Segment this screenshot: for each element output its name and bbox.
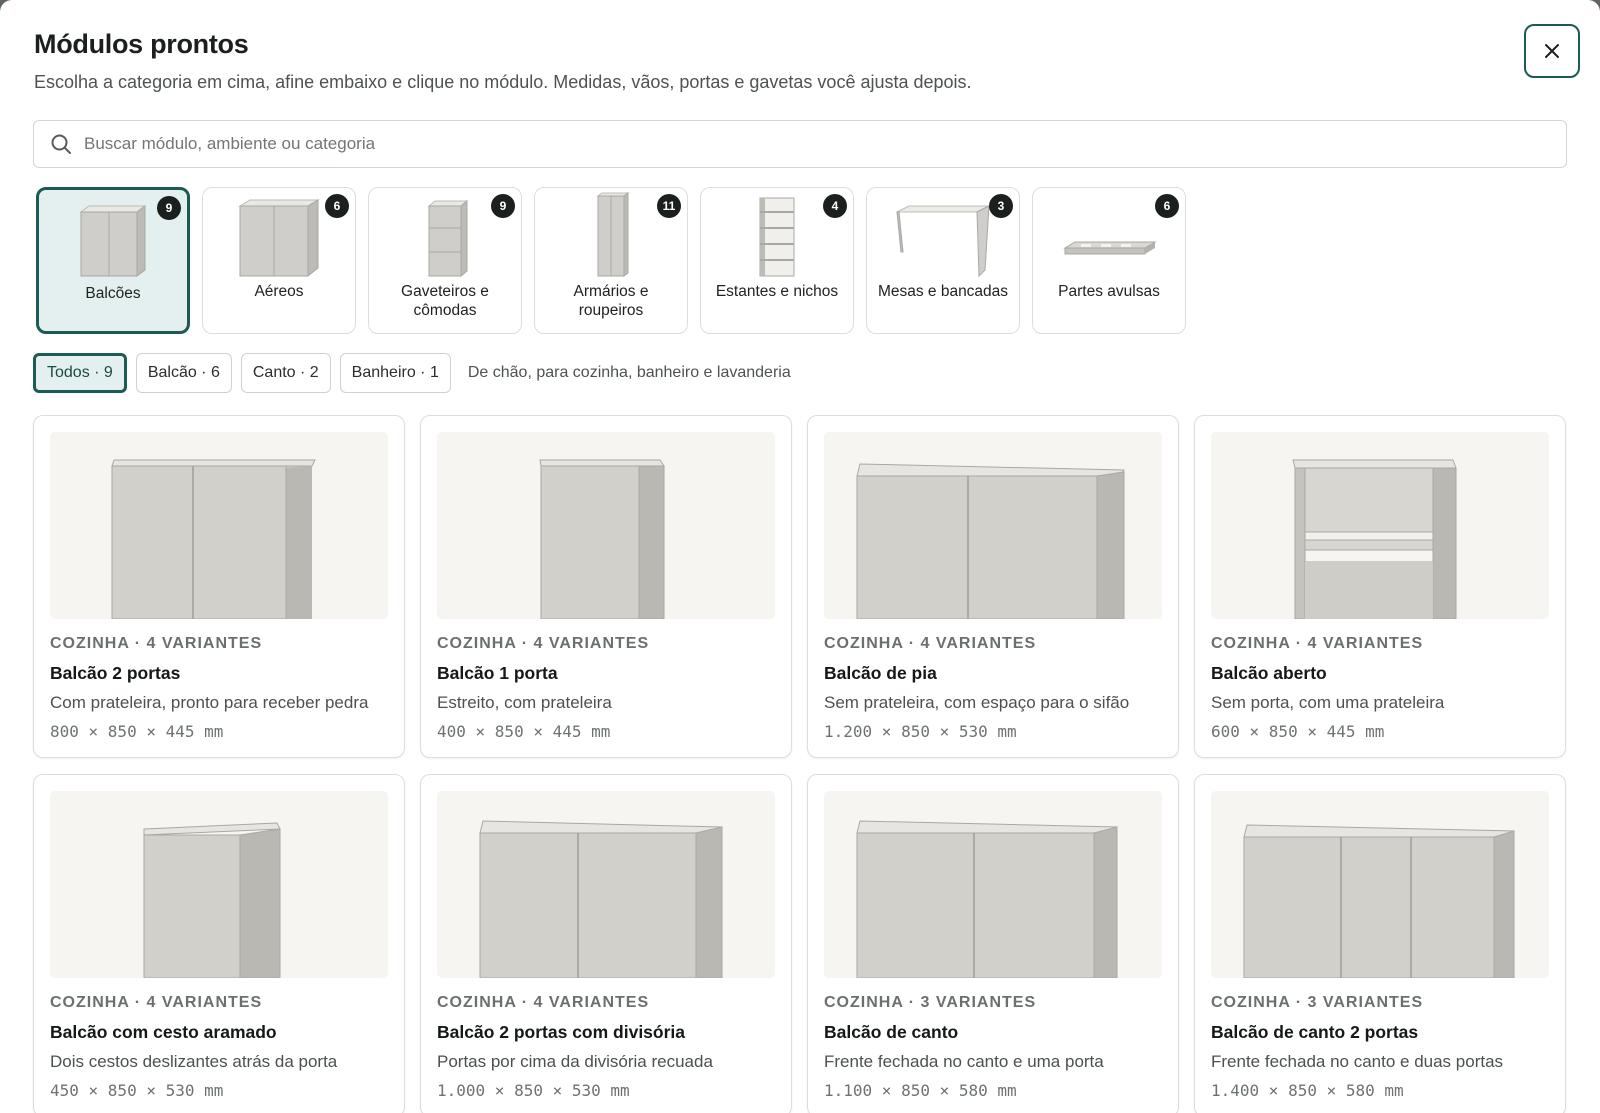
module-description: Sem prateleira, com espaço para o sifão bbox=[824, 693, 1130, 712]
module-dimensions: 1.400 × 850 × 580 mm bbox=[1211, 1081, 1404, 1100]
category-label: Aéreos bbox=[254, 283, 304, 300]
module-dimensions: 1.100 × 850 × 580 mm bbox=[824, 1081, 1017, 1100]
category-count-badge: 11 bbox=[657, 194, 681, 218]
category-description: De chão, para cozinha, banheiro e lavand… bbox=[467, 364, 791, 381]
category-tab-gaveteiros[interactable]: 9 Gaveteiros e cômodas bbox=[368, 187, 522, 334]
search-icon bbox=[51, 134, 71, 154]
filter-chip-canto[interactable]: Canto · 2 bbox=[240, 353, 331, 393]
module-description: Sem porta, com uma prateleira bbox=[1211, 693, 1445, 712]
filter-chip-banheiro[interactable]: Banheiro · 1 bbox=[339, 353, 451, 393]
dialog-subtitle: Escolha a categoria em cima, afine embai… bbox=[34, 72, 972, 92]
category-tabs: 9 Balcões 6 Aéreos 9 Gaveteiros e cômoda… bbox=[36, 187, 1186, 334]
module-preview bbox=[1211, 432, 1549, 619]
category-count-badge: 4 bbox=[823, 194, 847, 218]
category-label: Mesas e bancadas bbox=[877, 283, 1009, 300]
module-card[interactable]: COZINHA · 3 VARIANTES Balcão de canto 2 … bbox=[1194, 774, 1566, 1113]
module-preview bbox=[50, 791, 388, 978]
category-tab-aereos[interactable]: 6 Aéreos bbox=[202, 187, 356, 334]
category-count-badge: 3 bbox=[989, 194, 1013, 218]
module-description: Com prateleira, pronto para receber pedr… bbox=[50, 693, 369, 712]
module-card[interactable]: COZINHA · 3 VARIANTES Balcão de canto Fr… bbox=[807, 774, 1179, 1113]
module-description: Frente fechada no canto e duas portas bbox=[1211, 1052, 1504, 1071]
module-dimensions: 400 × 850 × 445 mm bbox=[437, 722, 611, 741]
dialog-title: Módulos prontos bbox=[34, 29, 249, 59]
category-tab-balcoes[interactable]: 9 Balcões bbox=[36, 187, 190, 334]
module-name: Balcão de pia bbox=[824, 663, 937, 683]
category-label: Gaveteiros e cômodas bbox=[401, 283, 489, 319]
category-count-badge: 6 bbox=[325, 194, 349, 218]
module-name: Balcão com cesto aramado bbox=[50, 1022, 277, 1042]
subfilter-bar: Todos · 9 Balcão · 6 Canto · 2 Banheiro … bbox=[33, 353, 791, 393]
module-preview bbox=[437, 432, 775, 619]
module-name: Balcão 1 porta bbox=[437, 663, 558, 683]
module-meta: COZINHA · 3 VARIANTES bbox=[1211, 994, 1424, 1011]
close-button[interactable] bbox=[1524, 24, 1580, 78]
module-dimensions: 1.000 × 850 × 530 mm bbox=[437, 1081, 630, 1100]
search-bar[interactable] bbox=[33, 120, 1567, 168]
module-name: Balcão 2 portas bbox=[50, 663, 181, 683]
module-preview bbox=[50, 432, 388, 619]
category-count-badge: 9 bbox=[157, 196, 181, 220]
module-description: Dois cestos deslizantes atrás da porta bbox=[50, 1052, 338, 1071]
module-card[interactable]: COZINHA · 4 VARIANTES Balcão com cesto a… bbox=[33, 774, 405, 1113]
module-dimensions: 600 × 850 × 445 mm bbox=[1211, 722, 1385, 741]
module-description: Estreito, com prateleira bbox=[437, 693, 612, 712]
module-card[interactable]: COZINHA · 4 VARIANTES Balcão aberto Sem … bbox=[1194, 415, 1566, 758]
category-tab-armarios[interactable]: 11 Armários e roupeiros bbox=[534, 187, 688, 334]
module-preview bbox=[824, 791, 1162, 978]
module-name: Balcão 2 portas com divisória bbox=[437, 1022, 686, 1042]
module-meta: COZINHA · 4 VARIANTES bbox=[50, 994, 263, 1011]
module-dimensions: 1.200 × 850 × 530 mm bbox=[824, 722, 1017, 741]
module-meta: COZINHA · 3 VARIANTES bbox=[824, 994, 1037, 1011]
category-count-badge: 6 bbox=[1155, 194, 1179, 218]
category-label: Armários e roupeiros bbox=[573, 283, 649, 319]
category-label: Balcões bbox=[85, 285, 141, 302]
module-meta: COZINHA · 4 VARIANTES bbox=[437, 994, 650, 1011]
module-preview bbox=[1211, 791, 1549, 978]
filter-chip-balcao[interactable]: Balcão · 6 bbox=[135, 353, 232, 393]
module-preview bbox=[824, 432, 1162, 619]
module-dimensions: 450 × 850 × 530 mm bbox=[50, 1081, 224, 1100]
module-card[interactable]: COZINHA · 4 VARIANTES Balcão 1 porta Est… bbox=[420, 415, 792, 758]
module-description: Frente fechada no canto e uma porta bbox=[824, 1052, 1104, 1071]
module-meta: COZINHA · 4 VARIANTES bbox=[50, 635, 263, 652]
category-tab-mesas[interactable]: 3 Mesas e bancadas bbox=[866, 187, 1020, 334]
module-card[interactable]: COZINHA · 4 VARIANTES Balcão 2 portas co… bbox=[420, 774, 792, 1113]
module-description: Portas por cima da divisória recuada bbox=[437, 1052, 713, 1071]
module-name: Balcão de canto bbox=[824, 1022, 959, 1042]
module-meta: COZINHA · 4 VARIANTES bbox=[437, 635, 650, 652]
module-name: Balcão de canto 2 portas bbox=[1211, 1022, 1419, 1042]
modules-dialog: Módulos prontos Escolha a categoria em c… bbox=[0, 0, 1600, 1113]
category-count-badge: 9 bbox=[491, 194, 515, 218]
module-grid: COZINHA · 4 VARIANTES Balcão 2 portas Co… bbox=[33, 415, 1566, 1113]
module-meta: COZINHA · 4 VARIANTES bbox=[1211, 635, 1424, 652]
module-meta: COZINHA · 4 VARIANTES bbox=[824, 635, 1037, 652]
module-preview bbox=[437, 791, 775, 978]
category-tab-partes[interactable]: 6 Partes avulsas bbox=[1032, 187, 1186, 334]
search-input[interactable] bbox=[82, 133, 1566, 155]
module-card[interactable]: COZINHA · 4 VARIANTES Balcão de pia Sem … bbox=[807, 415, 1179, 758]
module-dimensions: 800 × 850 × 445 mm bbox=[50, 722, 224, 741]
category-label: Partes avulsas bbox=[1058, 283, 1160, 300]
category-tab-estantes[interactable]: 4 Estantes e nichos bbox=[700, 187, 854, 334]
close-icon bbox=[1545, 44, 1559, 58]
module-card[interactable]: COZINHA · 4 VARIANTES Balcão 2 portas Co… bbox=[33, 415, 405, 758]
module-name: Balcão aberto bbox=[1211, 663, 1327, 683]
category-label: Estantes e nichos bbox=[715, 283, 839, 300]
dialog-header: Módulos prontos Escolha a categoria em c… bbox=[34, 26, 972, 94]
filter-chip-todos[interactable]: Todos · 9 bbox=[33, 353, 127, 393]
